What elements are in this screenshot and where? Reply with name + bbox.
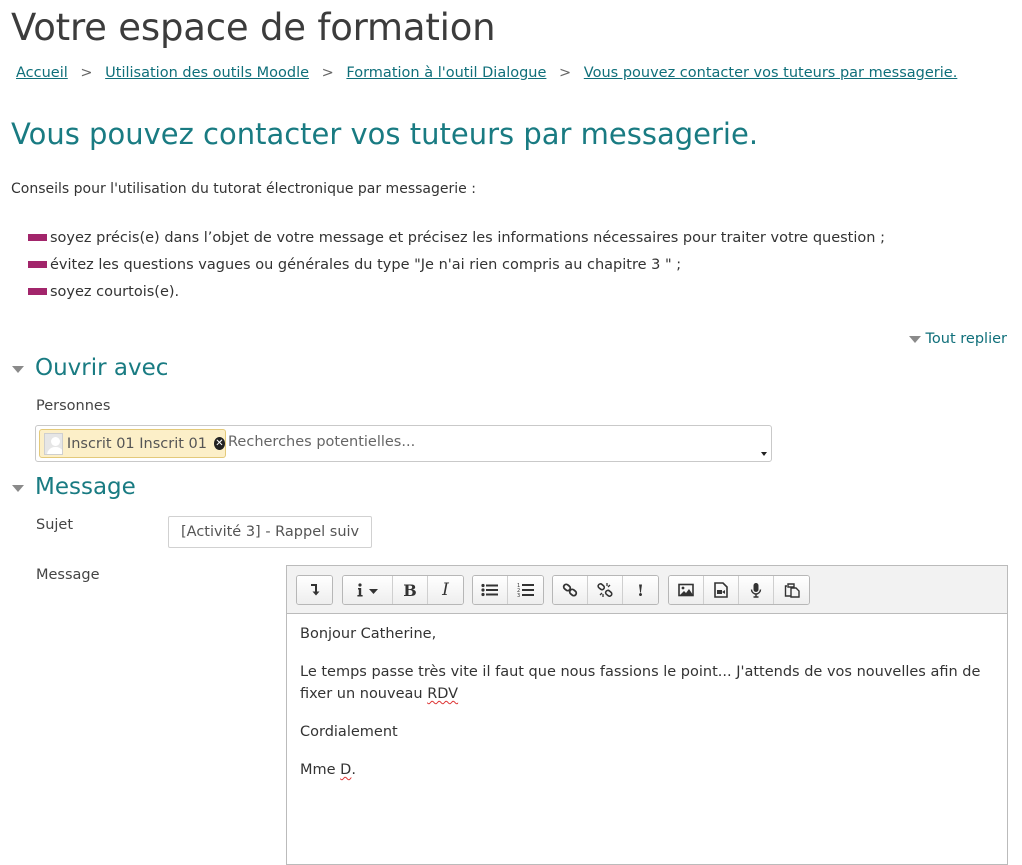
link-icon	[562, 583, 578, 597]
selected-person-name: Inscrit 01 Inscrit 01	[66, 435, 207, 452]
toolbar-group: 123	[472, 575, 544, 605]
selected-person-chip[interactable]: Inscrit 01 Inscrit 01 ✕	[39, 429, 226, 458]
unlink-icon	[597, 583, 613, 597]
list-item: évitez les questions vagues ou générales…	[28, 251, 885, 278]
collapse-icon	[310, 584, 319, 596]
section-title: Message	[35, 474, 136, 500]
message-label: Message	[36, 567, 100, 583]
special-character-icon: !	[636, 580, 645, 600]
editor-toolbar: B I 123 !	[287, 566, 1007, 614]
close-icon[interactable]: ✕	[214, 437, 225, 450]
breadcrumb-separator: >	[559, 65, 572, 81]
bullet-icon	[28, 288, 47, 295]
italic-button[interactable]: I	[428, 576, 463, 604]
toolbar-group	[668, 575, 810, 605]
section-title: Ouvrir avec	[35, 355, 169, 381]
tip-text: soyez précis(e) dans l’objet de votre me…	[50, 229, 885, 246]
list-item: soyez courtois(e).	[28, 278, 885, 305]
record-audio-button[interactable]	[739, 576, 774, 604]
unordered-list-button[interactable]	[473, 576, 508, 604]
collapse-all-link[interactable]: Tout replier	[908, 331, 1007, 347]
special-character-button[interactable]: !	[623, 576, 658, 604]
people-search-input[interactable]	[228, 434, 728, 450]
breadcrumb-home-link[interactable]: Accueil	[16, 65, 68, 81]
message-paragraph: Mme D.	[300, 759, 987, 781]
caret-down-icon	[908, 335, 921, 343]
link-button[interactable]	[553, 576, 588, 604]
breadcrumb-course-link[interactable]: Utilisation des outils Moodle	[105, 65, 309, 81]
breadcrumb: Accueil > Utilisation des outils Moodle …	[16, 65, 957, 81]
paragraph-style-button[interactable]	[343, 576, 393, 604]
subject-label: Sujet	[36, 517, 74, 533]
message-paragraph: Cordialement	[300, 724, 398, 740]
editor-content[interactable]: Bonjour Catherine, Le temps passe très v…	[300, 623, 987, 797]
message-text: .	[351, 762, 356, 778]
collapse-all-label: Tout replier	[925, 331, 1007, 347]
breadcrumb-separator: >	[80, 65, 93, 81]
insert-image-button[interactable]	[669, 576, 704, 604]
toolbar-group: !	[552, 575, 659, 605]
image-icon	[678, 583, 694, 597]
section-toggle-open-with[interactable]: Ouvrir avec	[12, 355, 168, 381]
unlink-button[interactable]	[588, 576, 623, 604]
media-icon	[714, 582, 728, 598]
bold-button[interactable]: B	[393, 576, 428, 604]
message-paragraph: Le temps passe très vite il faut que nou…	[300, 661, 987, 705]
breadcrumb-section-link[interactable]: Formation à l'outil Dialogue	[346, 65, 546, 81]
breadcrumb-current-link[interactable]: Vous pouvez contacter vos tuteurs par me…	[584, 65, 958, 81]
collapse-toolbar-button[interactable]	[297, 576, 332, 604]
unordered-list-icon	[481, 583, 498, 597]
message-paragraph: Bonjour Catherine,	[300, 626, 437, 642]
people-label: Personnes	[36, 398, 111, 414]
italic-icon: I	[442, 580, 449, 600]
misspelled-word: D	[340, 762, 352, 778]
chevron-down-icon[interactable]	[761, 452, 767, 456]
site-title: Votre espace de formation	[11, 6, 496, 49]
tips-list: soyez précis(e) dans l’objet de votre me…	[28, 224, 885, 305]
toolbar-group	[296, 575, 333, 605]
ordered-list-icon: 123	[517, 583, 534, 598]
bullet-icon	[28, 234, 47, 241]
tip-text: soyez courtois(e).	[50, 283, 180, 300]
intro-text: Conseils pour l'utilisation du tutorat é…	[11, 181, 476, 197]
ordered-list-button[interactable]: 123	[508, 576, 543, 604]
subject-input[interactable]	[168, 516, 372, 548]
paragraph-style-icon	[356, 583, 378, 597]
paste-button[interactable]	[774, 576, 809, 604]
misspelled-word: RDV	[427, 686, 459, 702]
paste-icon	[784, 583, 800, 598]
insert-media-button[interactable]	[704, 576, 739, 604]
toolbar-group: B I	[342, 575, 464, 605]
people-autocomplete[interactable]: Inscrit 01 Inscrit 01 ✕	[35, 425, 772, 462]
bullet-icon	[28, 261, 47, 268]
svg-text:3: 3	[517, 593, 520, 598]
list-item: soyez précis(e) dans l’objet de votre me…	[28, 224, 885, 251]
section-toggle-message[interactable]: Message	[12, 474, 136, 500]
caret-down-icon	[12, 365, 24, 373]
message-text: Mme	[300, 762, 341, 778]
breadcrumb-separator: >	[321, 65, 334, 81]
bold-icon: B	[403, 580, 417, 600]
message-editor[interactable]: B I 123 ! Bonjour Catherine, Le temps pa…	[286, 565, 1008, 865]
avatar	[44, 432, 63, 455]
message-text: Le temps passe très vite il faut que nou…	[300, 664, 981, 702]
record-audio-icon	[750, 583, 762, 598]
caret-down-icon	[12, 484, 24, 492]
tip-text: évitez les questions vagues ou générales…	[50, 256, 682, 273]
page-title: Vous pouvez contacter vos tuteurs par me…	[11, 117, 759, 151]
